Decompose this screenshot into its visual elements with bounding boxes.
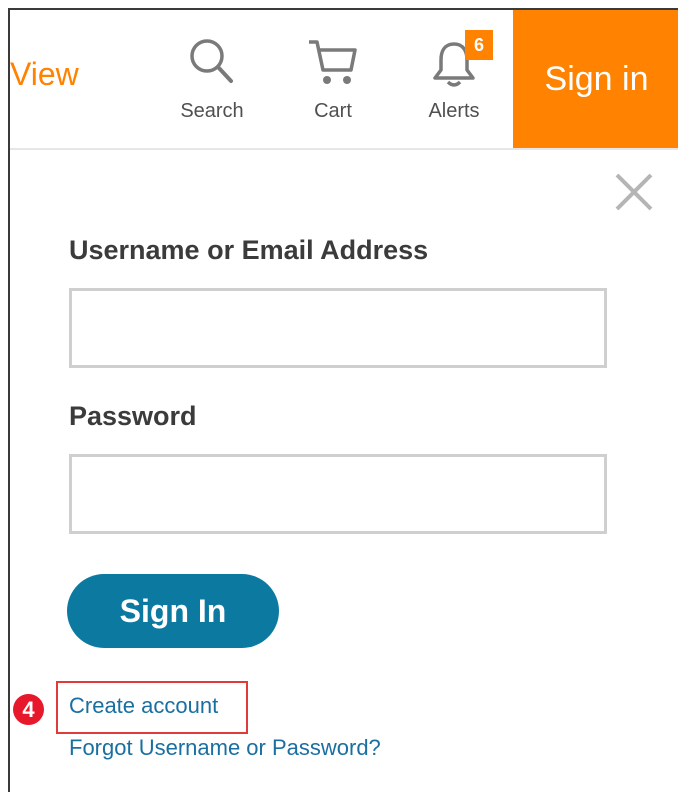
create-account-link[interactable]: Create account <box>69 693 218 719</box>
password-input[interactable] <box>69 454 607 534</box>
username-label: Username or Email Address <box>69 235 429 265</box>
step-number-badge: 4 <box>13 694 44 725</box>
alerts-label: Alerts <box>428 100 480 122</box>
search-button[interactable]: Search <box>167 28 257 138</box>
sign-in-button[interactable]: Sign In <box>67 574 279 648</box>
alerts-count-badge: 6 <box>465 30 493 60</box>
header-sign-in-button[interactable]: Sign in <box>513 10 678 148</box>
password-label: Password <box>69 401 197 431</box>
alerts-button[interactable]: 6 Alerts <box>409 28 499 138</box>
search-icon <box>190 39 233 83</box>
cart-label: Cart <box>314 100 352 122</box>
cart-icon <box>309 40 357 84</box>
search-label: Search <box>180 100 244 122</box>
cart-button[interactable]: Cart <box>288 28 378 138</box>
browser-frame: View Search Cart 6 Alerts Sign in Userna… <box>8 8 678 792</box>
view-link[interactable]: View <box>10 54 79 94</box>
close-icon[interactable] <box>614 172 654 212</box>
username-input[interactable] <box>69 288 607 368</box>
top-navigation: View Search Cart 6 Alerts Sign in <box>10 10 678 150</box>
forgot-credentials-link[interactable]: Forgot Username or Password? <box>69 735 381 761</box>
